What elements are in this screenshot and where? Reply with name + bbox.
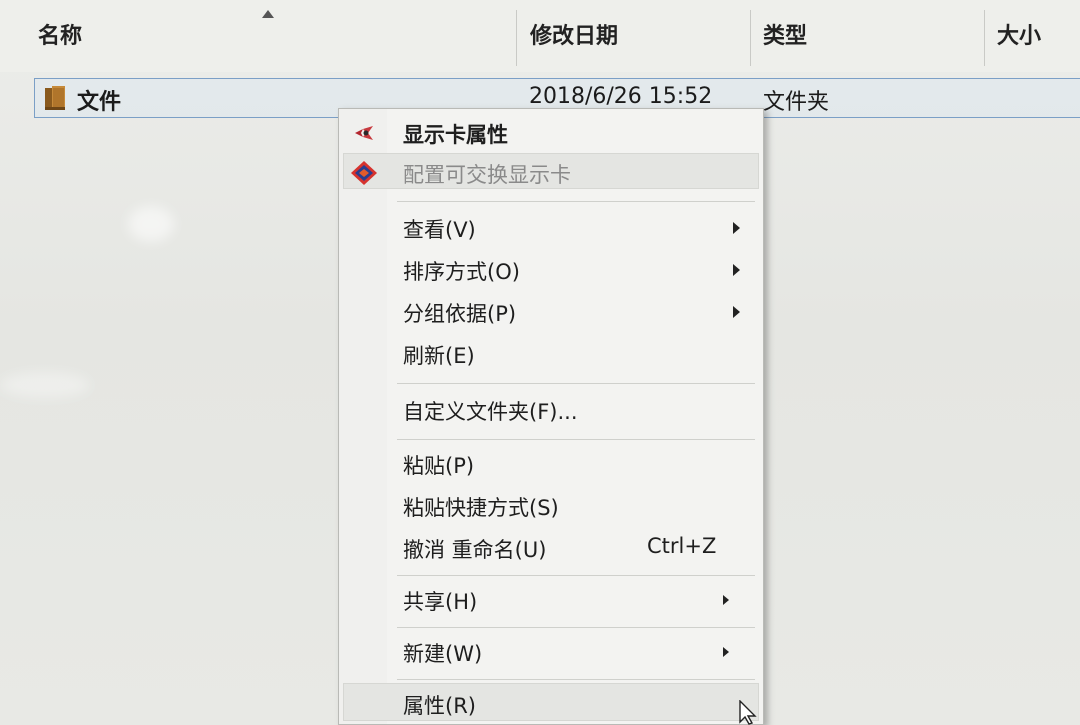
menu-item-paste-shortcut[interactable]: 粘贴快捷方式(S) bbox=[339, 486, 763, 526]
column-header-row: 名称 修改日期 类型 大小 bbox=[0, 0, 1080, 72]
submenu-arrow-icon bbox=[733, 264, 740, 276]
column-header-size[interactable]: 大小 bbox=[997, 18, 1041, 50]
explorer-window: 名称 修改日期 类型 大小 文件 2018/6/26 15:52 文件夹 显示卡… bbox=[0, 0, 1080, 725]
menu-item-paste[interactable]: 粘贴(P) bbox=[339, 444, 763, 484]
menu-label: 属性(R) bbox=[403, 694, 476, 718]
file-modified-date: 2018/6/26 15:52 bbox=[529, 84, 713, 109]
column-header-type[interactable]: 类型 bbox=[763, 18, 807, 50]
menu-label: 配置可交换显示卡 bbox=[403, 163, 571, 187]
menu-item-share[interactable]: 共享(H) bbox=[339, 580, 763, 620]
menu-label: 自定义文件夹(F)... bbox=[403, 400, 578, 424]
menu-separator bbox=[397, 575, 755, 576]
menu-label: 粘贴快捷方式(S) bbox=[403, 496, 559, 520]
menu-item-refresh[interactable]: 刷新(E) bbox=[339, 334, 763, 374]
screen-glare bbox=[128, 206, 174, 242]
menu-item-undo-rename[interactable]: 撤消 重命名(U) Ctrl+Z bbox=[339, 528, 763, 568]
sort-ascending-icon bbox=[262, 10, 274, 18]
menu-label: 排序方式(O) bbox=[403, 260, 520, 284]
submenu-arrow-icon bbox=[723, 647, 729, 657]
menu-label: 共享(H) bbox=[403, 590, 478, 614]
menu-separator bbox=[397, 201, 755, 202]
file-name: 文件 bbox=[77, 90, 122, 115]
menu-label: 显示卡属性 bbox=[403, 123, 508, 147]
menu-shortcut: Ctrl+Z bbox=[647, 534, 717, 558]
submenu-arrow-icon bbox=[733, 222, 740, 234]
column-divider[interactable] bbox=[750, 10, 751, 66]
screen-glare bbox=[0, 372, 90, 398]
submenu-arrow-icon bbox=[723, 595, 729, 605]
menu-label: 查看(V) bbox=[403, 218, 476, 242]
column-header-name[interactable]: 名称 bbox=[38, 18, 82, 50]
column-divider[interactable] bbox=[984, 10, 985, 66]
menu-item-group-by[interactable]: 分组依据(P) bbox=[339, 292, 763, 332]
menu-item-new[interactable]: 新建(W) bbox=[339, 632, 763, 672]
menu-item-display-properties[interactable]: 显示卡属性 bbox=[339, 113, 763, 153]
menu-separator bbox=[397, 439, 755, 440]
file-type: 文件夹 bbox=[763, 90, 830, 115]
menu-separator bbox=[397, 627, 755, 628]
folder-icon bbox=[45, 86, 65, 110]
mouse-cursor-icon bbox=[739, 700, 757, 725]
menu-item-customize-folder[interactable]: 自定义文件夹(F)... bbox=[339, 390, 763, 430]
menu-label: 新建(W) bbox=[403, 642, 483, 666]
menu-label: 刷新(E) bbox=[403, 344, 475, 368]
submenu-arrow-icon bbox=[733, 306, 740, 318]
menu-label: 分组依据(P) bbox=[403, 302, 517, 326]
menu-label: 撤消 重命名(U) bbox=[403, 538, 547, 562]
graphics-settings-icon bbox=[355, 126, 373, 140]
context-menu: 显示卡属性 配置可交换显示卡 查看(V) 排序方式(O) 分组依据(P) 刷新(… bbox=[338, 108, 764, 725]
menu-separator bbox=[397, 679, 755, 680]
menu-separator bbox=[397, 383, 755, 384]
switchable-graphics-icon bbox=[351, 161, 377, 185]
menu-label: 粘贴(P) bbox=[403, 454, 475, 478]
menu-item-switchable-graphics[interactable]: 配置可交换显示卡 bbox=[339, 153, 763, 193]
menu-item-view[interactable]: 查看(V) bbox=[339, 208, 763, 248]
column-divider[interactable] bbox=[516, 10, 517, 66]
menu-item-properties[interactable]: 属性(R) bbox=[339, 684, 763, 724]
menu-item-sort-by[interactable]: 排序方式(O) bbox=[339, 250, 763, 290]
column-header-modified[interactable]: 修改日期 bbox=[530, 18, 618, 50]
